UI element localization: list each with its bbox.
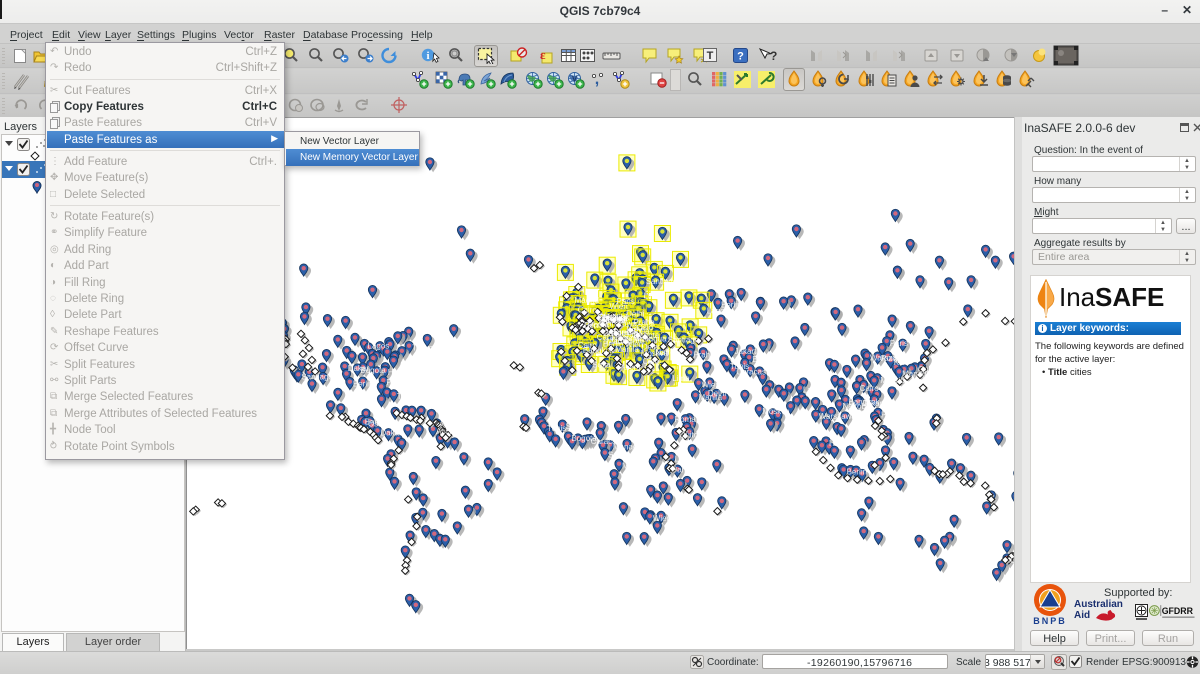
svg-text:Tokyo: Tokyo (412, 344, 433, 353)
svg-text:Bern: Bern (752, 355, 769, 364)
svg-text:Sofia: Sofia (592, 361, 611, 370)
svg-text:Havana: Havana (388, 368, 416, 377)
svg-text:Praha: Praha (693, 350, 715, 359)
svg-text:Accra: Accra (436, 427, 457, 436)
svg-text:Caracas: Caracas (736, 367, 766, 376)
svg-text:Quito: Quito (679, 431, 699, 440)
svg-text:BNPB: BNPB (1033, 616, 1067, 626)
svg-text:Cairo: Cairo (860, 384, 880, 393)
svg-text:Lagos: Lagos (803, 386, 825, 395)
svg-text:Kiev: Kiev (894, 358, 910, 367)
svg-text:Santiago: Santiago (608, 451, 640, 460)
svg-text:Oslo: Oslo (368, 420, 385, 429)
svg-text:Praha: Praha (881, 410, 903, 419)
svg-text:Ina: Ina (1059, 282, 1096, 312)
svg-text:Tokyo: Tokyo (397, 392, 418, 401)
svg-text:Paris: Paris (672, 466, 690, 475)
svg-text:Lima: Lima (672, 374, 690, 383)
svg-text:?: ? (737, 51, 744, 63)
svg-text:Lagos: Lagos (707, 306, 729, 315)
svg-text:Bogota: Bogota (360, 366, 386, 375)
svg-text:,: , (595, 71, 599, 88)
svg-text:Madrid: Madrid (622, 462, 646, 471)
svg-text:Tunis: Tunis (547, 424, 566, 433)
svg-text:Bern: Bern (584, 321, 601, 330)
svg-text:Manila: Manila (699, 393, 723, 402)
svg-text:Bangkok: Bangkok (583, 346, 615, 355)
svg-text:Managua: Managua (902, 369, 936, 378)
svg-text:Santiago: Santiago (668, 335, 700, 344)
svg-text:Lagos: Lagos (368, 342, 390, 351)
svg-text:Aid: Aid (1074, 610, 1090, 621)
svg-text:Berlin: Berlin (847, 467, 867, 476)
svg-text:i: i (426, 50, 429, 62)
svg-text:Warszawa: Warszawa (819, 412, 857, 421)
svg-text:Madrid: Madrid (575, 296, 599, 305)
svg-text:Santiago: Santiago (301, 372, 333, 381)
svg-text:Nairobi: Nairobi (842, 402, 868, 411)
svg-text:T: T (707, 50, 714, 62)
svg-text:Manila: Manila (615, 345, 639, 354)
svg-text:Dakar: Dakar (380, 429, 402, 438)
svg-text:SAFE: SAFE (1095, 282, 1164, 312)
svg-text:Oslo: Oslo (643, 357, 660, 366)
svg-text:Moskva: Moskva (762, 407, 790, 416)
svg-text:Accra: Accra (620, 363, 641, 372)
svg-text:?: ? (770, 49, 777, 63)
svg-text:Sofia: Sofia (565, 422, 584, 431)
svg-text:Berlin: Berlin (353, 380, 373, 389)
svg-text:Lima: Lima (644, 291, 662, 300)
svg-text:GFDRR: GFDRR (1162, 606, 1194, 616)
svg-text:Lima: Lima (675, 455, 693, 464)
svg-text:Madrid: Madrid (880, 376, 904, 385)
svg-text:Cairo: Cairo (578, 306, 598, 315)
svg-text:Roma: Roma (674, 415, 696, 424)
svg-text:Wien: Wien (653, 514, 671, 523)
svg-text:Paris: Paris (386, 378, 404, 387)
svg-text:Havana: Havana (829, 439, 857, 448)
svg-text:Wien: Wien (610, 302, 628, 311)
svg-text:Santiago: Santiago (646, 277, 678, 286)
svg-text:ε: ε (540, 47, 546, 62)
svg-text:Australian: Australian (1074, 599, 1123, 610)
svg-text:Paris: Paris (890, 339, 908, 348)
